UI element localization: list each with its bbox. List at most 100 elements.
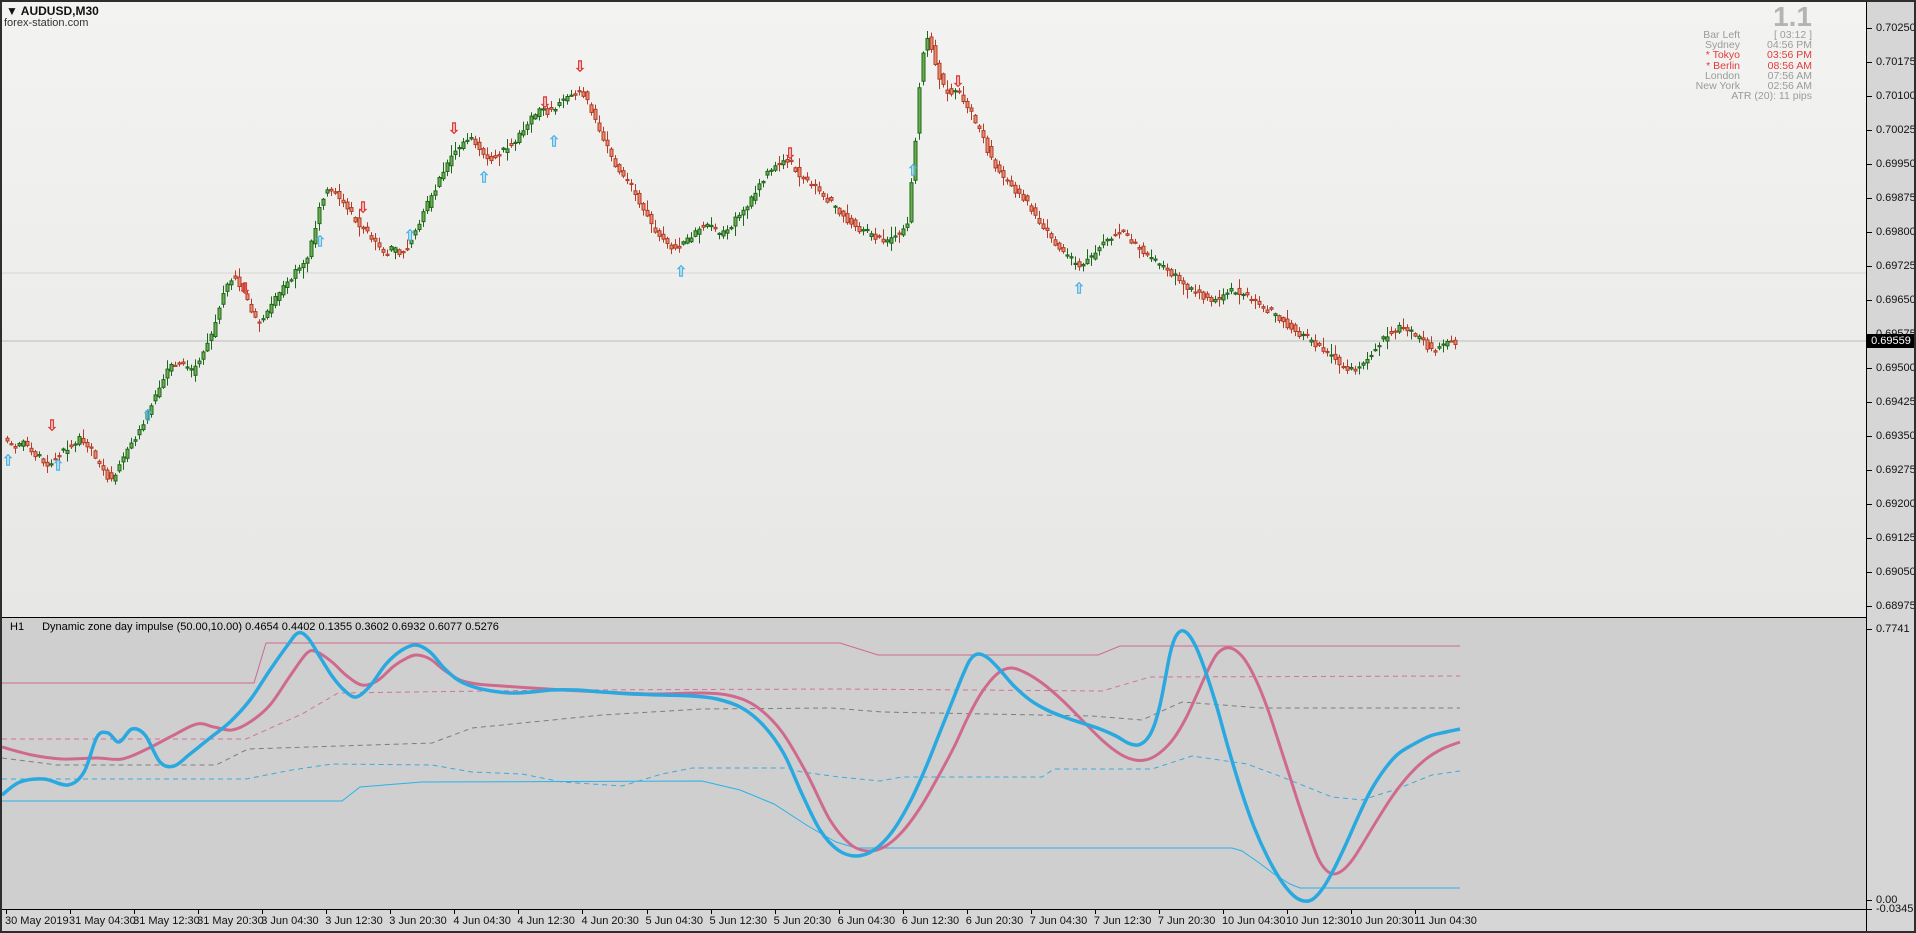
candle	[829, 196, 834, 201]
session-rows: Bar Left[ 03:12 ] Sydney 04:56 PM * Tokyo 03…	[1676, 30, 1812, 92]
candle	[437, 177, 442, 187]
candle	[805, 176, 810, 181]
time-axis[interactable]: 30 May 2019 31 May 04:30 31 May 12:30 31 Ma…	[2, 910, 1866, 931]
candle	[57, 455, 62, 458]
candle	[1257, 300, 1262, 305]
candle	[669, 244, 674, 250]
candle	[525, 124, 530, 130]
candle	[313, 228, 318, 245]
price-label: 0.70250	[1876, 22, 1916, 34]
time-label: 10 Jun 12:30	[1286, 915, 1350, 927]
candle	[717, 232, 722, 235]
price-axis[interactable]: 0.69559 0.70250 0.70175 0.70100 0.70025 0.69…	[1866, 2, 1914, 931]
price-label: 0.69800	[1876, 226, 1916, 238]
candle	[1413, 333, 1418, 337]
time-tick	[198, 910, 200, 914]
candle	[929, 36, 934, 50]
candle	[569, 94, 574, 97]
indicator-price-label: -0.0345	[1876, 903, 1914, 915]
time-label: 4 Jun 04:30	[453, 915, 511, 927]
candle	[1245, 292, 1250, 296]
main-chart-surface[interactable]: ▼ AUDUSD,M30 forex-station.com 1.1 Bar L…	[2, 2, 1866, 617]
candle	[1305, 333, 1310, 337]
candle	[1441, 343, 1446, 346]
candle	[1081, 263, 1086, 267]
candle	[241, 283, 246, 292]
candle	[909, 182, 914, 223]
symbol-label: AUDUSD,M30	[20, 4, 99, 18]
candle	[1277, 315, 1282, 322]
candle	[649, 213, 654, 225]
candle	[589, 104, 594, 113]
candle	[69, 444, 74, 448]
indicator-line-mid-zone-dashed	[2, 701, 1460, 766]
chevron-down-icon[interactable]: ▼	[6, 4, 18, 18]
candle	[225, 283, 230, 292]
candle	[1385, 336, 1390, 342]
candle	[1097, 247, 1102, 252]
candle	[561, 98, 566, 101]
candle	[861, 229, 866, 232]
candle	[305, 257, 310, 264]
candle	[1261, 306, 1266, 309]
candle	[1281, 317, 1286, 323]
time-label: 10 Jun 04:30	[1221, 915, 1286, 927]
candle	[281, 285, 286, 296]
candle	[1405, 327, 1410, 332]
candle	[1049, 233, 1054, 239]
candle	[1309, 339, 1314, 343]
candle	[1057, 242, 1062, 250]
candle	[205, 342, 210, 352]
time-tick	[326, 910, 328, 914]
candle	[757, 183, 762, 191]
candle	[329, 188, 334, 192]
candle	[953, 90, 958, 93]
candle	[993, 159, 998, 169]
candle	[201, 351, 206, 360]
candle	[53, 458, 58, 461]
price-label: 0.69125	[1876, 532, 1916, 544]
candle	[217, 307, 222, 320]
time-label: 5 Jun 04:30	[645, 915, 704, 927]
candle	[1181, 280, 1186, 285]
candle	[773, 165, 778, 171]
symbol-dropdown[interactable]: ▼ AUDUSD,M30	[6, 4, 99, 18]
candle	[1033, 207, 1038, 216]
price-tick	[1867, 334, 1872, 335]
candle	[1377, 345, 1382, 348]
candle	[49, 463, 54, 466]
candle	[233, 275, 238, 279]
candle	[265, 310, 270, 318]
candle	[609, 148, 614, 157]
candle	[1105, 238, 1110, 242]
price-tick	[1867, 62, 1872, 63]
price-label: 0.69500	[1876, 362, 1916, 374]
candle	[1237, 287, 1242, 296]
time-label: 3 Jun 04:30	[261, 915, 319, 927]
candle	[793, 167, 798, 172]
price-label: 0.69650	[1876, 294, 1916, 306]
candle	[349, 207, 354, 212]
candle	[505, 148, 510, 154]
indicator-price-tick	[1867, 629, 1872, 630]
candle	[473, 138, 478, 146]
candle	[781, 160, 786, 166]
time-tick	[1158, 910, 1160, 914]
candle	[89, 446, 94, 449]
candle	[361, 226, 366, 230]
candle	[1449, 340, 1454, 343]
time-tick	[1222, 910, 1224, 914]
candle	[413, 230, 418, 236]
candle	[801, 176, 806, 180]
candle	[1173, 273, 1178, 276]
time-label: 31 May 04:30	[69, 915, 136, 927]
time-label: 4 Jun 12:30	[517, 915, 575, 927]
candle	[65, 449, 70, 454]
candle	[1217, 296, 1222, 300]
time-tick	[1030, 910, 1032, 914]
candle	[769, 169, 774, 172]
candle	[1125, 233, 1130, 236]
price-tick	[1867, 538, 1872, 539]
indicator-subwindow[interactable]: H1 Dynamic zone day impulse (50.00,10.00)…	[2, 617, 1866, 910]
time-tick	[1351, 910, 1353, 914]
